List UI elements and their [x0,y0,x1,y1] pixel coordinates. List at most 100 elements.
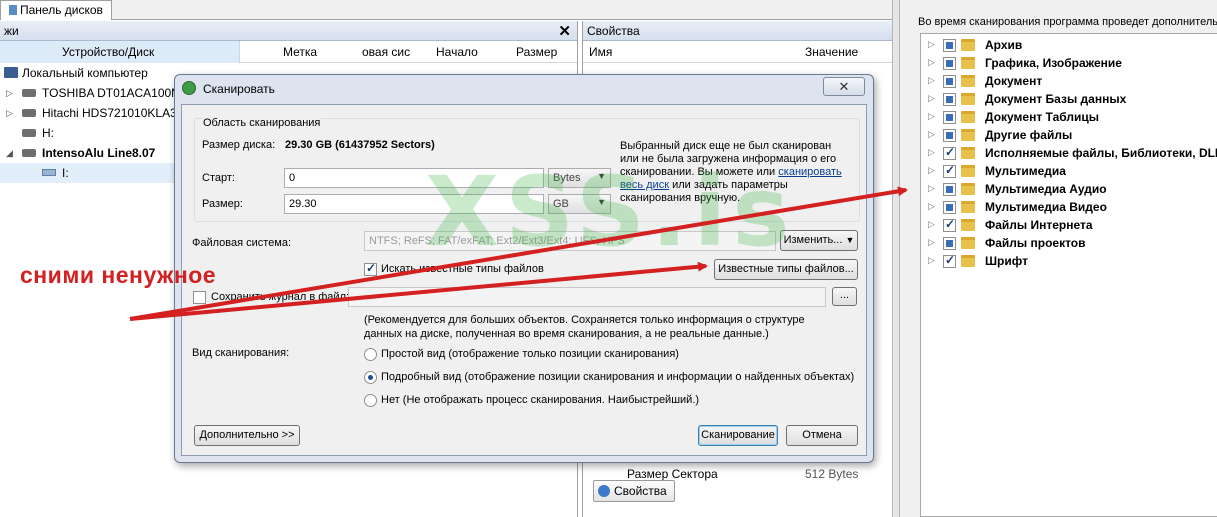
known-types-button[interactable]: Известные типы файлов... [714,259,858,280]
devices-panel-title: жи [4,24,19,38]
tree-item-label: I: [62,166,69,180]
file-type-item[interactable]: ▷ Документ Базы данных [921,90,1217,108]
size-label: Размер: [202,198,243,210]
known-types-checkbox[interactable] [364,261,377,276]
start-unit-select[interactable]: Bytes ▼ [548,168,611,188]
column-start[interactable]: Начало [436,45,478,59]
disk-icon [22,149,36,157]
column-value[interactable]: Значение [805,45,858,59]
collapse-arrow-icon[interactable]: ◢ [6,143,13,163]
column-filesystem[interactable]: овая сис [362,45,410,59]
file-type-item[interactable]: ▷ Файлы Интернета [921,216,1217,234]
dialog-titlebar[interactable]: Сканировать ✕ [175,75,873,101]
folder-icon [961,219,975,231]
file-type-item[interactable]: ▷ Файлы проектов [921,234,1217,252]
file-type-checkbox[interactable] [943,75,956,88]
file-type-label: Файлы Интернета [985,218,1093,232]
size-unit-value: GB [553,198,569,210]
file-type-checkbox[interactable] [943,57,956,70]
expand-arrow-icon[interactable]: ▷ [928,201,935,212]
file-type-item[interactable]: ▷ Шрифт [921,252,1217,270]
file-type-checkbox[interactable] [943,145,956,160]
start-unit-value: Bytes [553,172,581,184]
view-none-radio[interactable] [364,394,377,407]
properties-button[interactable]: Свойства [593,480,675,502]
file-type-checkbox[interactable] [943,129,956,142]
file-types-list: ▷ Архив ▷ Графика, Изображение ▷ Документ ▷ Док… [920,33,1217,517]
filesystem-input[interactable]: NTFS; ReFS; FAT/exFAT; Ext2/Ext3/Ext4; U… [364,231,776,251]
dropdown-arrow-icon: ▼ [845,235,855,245]
expand-arrow-icon[interactable]: ▷ [928,183,935,194]
devices-column-header: Устройство/Диск Метка овая сис Начало Ра… [0,41,577,63]
folder-icon [961,237,975,249]
browse-log-button[interactable]: ... [832,287,857,306]
expand-arrow-icon[interactable]: ▷ [6,103,13,123]
file-type-label: Другие файлы [985,128,1073,142]
column-label[interactable]: Метка [283,45,317,59]
close-icon[interactable]: ✕ [558,22,571,40]
start-input[interactable]: 0 [284,168,544,188]
view-detailed-label: Подробный вид (отображение позиции скани… [381,371,855,383]
expand-arrow-icon[interactable]: ▷ [928,75,935,86]
folder-icon [961,165,975,177]
expand-arrow-icon[interactable]: ▷ [928,147,935,158]
file-type-item[interactable]: ▷ Графика, Изображение [921,54,1217,72]
folder-icon [961,147,975,159]
file-type-checkbox[interactable] [943,39,956,52]
file-type-item[interactable]: ▷ Мультимедиа Аудио [921,180,1217,198]
file-type-checkbox[interactable] [943,201,956,214]
file-type-checkbox[interactable] [943,253,956,268]
expand-arrow-icon[interactable]: ▷ [928,237,935,248]
file-type-checkbox[interactable] [943,93,956,106]
save-log-checkbox[interactable] [193,291,206,304]
panel-splitter[interactable] [892,0,900,517]
advanced-button[interactable]: Дополнительно >> [194,425,300,446]
expand-arrow-icon[interactable]: ▷ [928,129,935,140]
folder-icon [961,93,975,105]
expand-arrow-icon[interactable]: ▷ [6,83,13,103]
file-type-item[interactable]: ▷ Мультимедиа Видео [921,198,1217,216]
column-name[interactable]: Имя [589,45,612,59]
properties-icon [598,485,610,497]
size-unit-select[interactable]: GB ▼ [548,194,611,214]
file-type-checkbox[interactable] [943,217,956,232]
column-device[interactable]: Устройство/Диск [62,45,154,59]
file-type-checkbox[interactable] [943,183,956,196]
expand-arrow-icon[interactable]: ▷ [928,165,935,176]
folder-icon [961,255,975,267]
expand-arrow-icon[interactable]: ▷ [928,219,935,230]
start-label: Старт: [202,172,235,184]
save-log-label: Сохранить журнал в файл: [211,291,350,303]
file-type-item[interactable]: ▷ Документ [921,72,1217,90]
file-type-item[interactable]: ▷ Исполняемые файлы, Библиотеки, DLL [921,144,1217,162]
tab-disk-panel[interactable]: Панель дисков [0,0,112,20]
view-none-label: Нет (Не отображать процесс сканирования.… [381,394,700,406]
expand-arrow-icon[interactable]: ▷ [928,93,935,104]
file-type-label: Мультимедиа Видео [985,200,1107,214]
main-tabbar: Панель дисков [0,0,895,20]
view-simple-label: Простой вид (отображение только позиции … [381,348,679,360]
scan-button[interactable]: Сканирование [698,425,778,446]
expand-arrow-icon[interactable]: ▷ [928,39,935,50]
column-size[interactable]: Размер [516,45,557,59]
file-type-item[interactable]: ▷ Документ Таблицы [921,108,1217,126]
file-type-checkbox[interactable] [943,111,956,124]
expand-arrow-icon[interactable]: ▷ [928,255,935,266]
properties-panel-title: Свойства [587,24,640,38]
view-simple-radio[interactable] [364,348,377,361]
log-file-input[interactable] [348,287,826,307]
size-input[interactable]: 29.30 [284,194,544,214]
change-filesystem-button[interactable]: Изменить... ▼ [780,230,858,251]
file-type-item[interactable]: ▷ Другие файлы [921,126,1217,144]
file-type-checkbox[interactable] [943,163,956,178]
file-type-item[interactable]: ▷ Архив [921,36,1217,54]
view-detailed-radio[interactable] [364,371,377,384]
cancel-button[interactable]: Отмена [786,425,858,446]
expand-arrow-icon[interactable]: ▷ [928,111,935,122]
annotation-text: сними ненужное [20,262,217,288]
dialog-close-button[interactable]: ✕ [823,77,865,96]
change-filesystem-label: Изменить... [783,234,843,246]
file-type-item[interactable]: ▷ Мультимедиа [921,162,1217,180]
expand-arrow-icon[interactable]: ▷ [928,57,935,68]
file-type-checkbox[interactable] [943,237,956,250]
